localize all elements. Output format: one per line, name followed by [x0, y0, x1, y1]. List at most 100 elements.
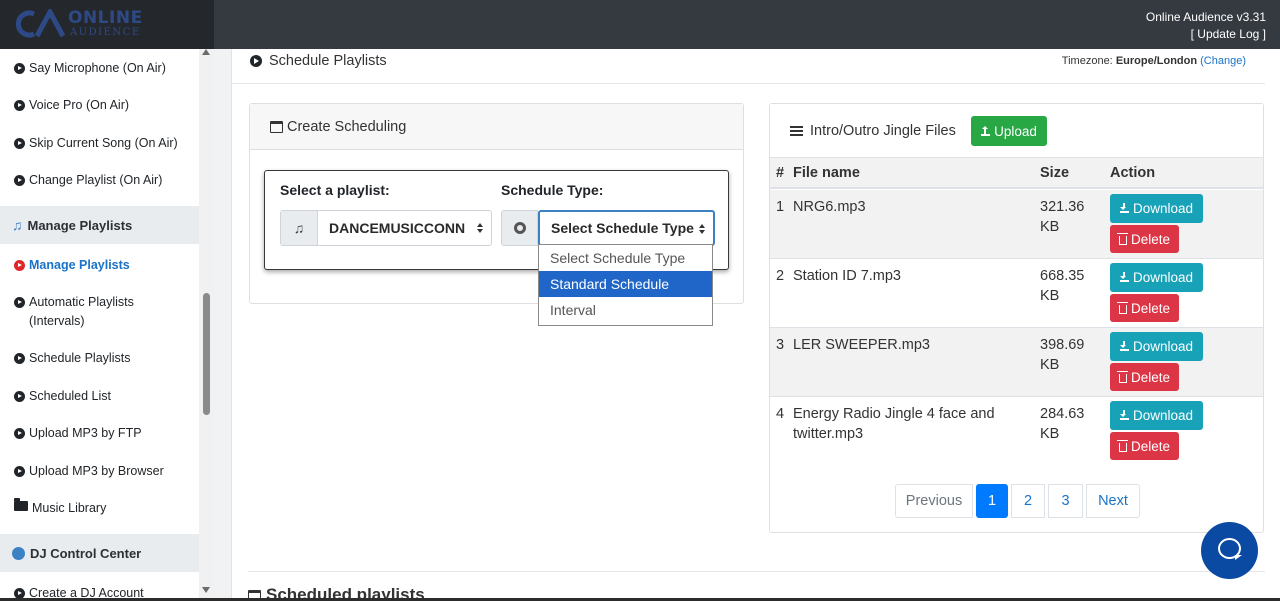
trash-icon [1116, 370, 1128, 383]
delete-button[interactable]: Delete [1110, 432, 1179, 460]
schedule-type-dropdown: Select Schedule Type Standard Schedule I… [538, 244, 713, 326]
version-info: Online Audience v3.31 [ Update Log ] [1146, 9, 1266, 43]
pagination-next[interactable]: Next [1086, 484, 1140, 518]
timezone-change-link[interactable]: (Change) [1200, 55, 1246, 67]
sidebar-item-skip-song[interactable]: Skip Current Song (On Air) [14, 134, 178, 153]
file-size: 668.35 KB [1040, 268, 1085, 304]
playlist-select-group: ♫ DANCEMUSICCONN [280, 210, 492, 246]
circle-arrow-icon [14, 391, 25, 402]
delete-button[interactable]: Delete [1110, 363, 1179, 391]
circle-arrow-icon [14, 428, 25, 439]
jingle-files-header: Intro/Outro Jingle Files Upload [770, 104, 1263, 157]
sidebar-section-dj-control[interactable]: DJ Control Center [0, 534, 199, 572]
version-label: Online Audience v3.31 [1145, 10, 1266, 24]
sidebar: Say Microphone (On Air) Voice Pro (On Ai… [0, 49, 214, 601]
table-row: 2 Station ID 7.mp3 668.35 KB Download Del… [770, 259, 1263, 328]
timezone-value: Europe/London [1115, 55, 1198, 67]
download-button[interactable]: Download [1110, 332, 1203, 361]
section-divider [248, 571, 1265, 572]
delete-button[interactable]: Delete [1110, 294, 1179, 322]
list-icon [790, 126, 803, 136]
download-button[interactable]: Download [1110, 401, 1203, 430]
pagination-page-3[interactable]: 3 [1048, 484, 1083, 518]
logo[interactable]: ONLINE AUDIENCE [0, 0, 214, 49]
main-content: Schedule Playlists Timezone: Europe/Lond… [214, 49, 1280, 601]
file-name: NRG6.mp3 [793, 199, 866, 215]
circle-arrow-icon [14, 353, 25, 364]
circle-arrow-icon [250, 55, 262, 67]
sidebar-item-automatic-playlists[interactable]: Automatic Playlists (Intervals) [14, 293, 154, 331]
create-scheduling-title: Create Scheduling [287, 119, 407, 135]
page-header: Schedule Playlists Timezone: Europe/Lond… [232, 49, 1265, 84]
playlist-label: Select a playlist: [280, 182, 390, 198]
download-icon [1119, 272, 1129, 282]
sidebar-item-manage-playlists[interactable]: Manage Playlists [14, 256, 130, 275]
circle-arrow-icon [14, 63, 25, 74]
circle-arrow-icon [14, 175, 25, 186]
jingle-files-title: Intro/Outro Jingle Files [810, 123, 956, 139]
dropdown-option-interval[interactable]: Interval [539, 297, 712, 323]
chat-widget-button[interactable] [1201, 522, 1258, 579]
upload-icon [981, 125, 991, 136]
download-button[interactable]: Download [1110, 263, 1203, 292]
music-note-icon: ♫ [281, 211, 318, 245]
logo-text-audience: AUDIENCE [70, 27, 141, 38]
col-header-size: Size [1040, 165, 1070, 181]
sidebar-item-upload-browser[interactable]: Upload MP3 by Browser [14, 462, 164, 481]
sidebar-item-say-microphone[interactable]: Say Microphone (On Air) [14, 59, 166, 78]
col-header-num: # [776, 165, 785, 181]
trash-icon [1116, 301, 1128, 314]
sidebar-item-voice-pro[interactable]: Voice Pro (On Air) [14, 96, 129, 115]
schedule-type-select[interactable]: Select Schedule Type [538, 210, 715, 246]
pagination: Previous 1 2 3 Next [895, 484, 1140, 518]
circle-arrow-icon [14, 260, 25, 271]
circle-arrow-icon [14, 297, 25, 308]
sidebar-item-change-playlist[interactable]: Change Playlist (On Air) [14, 171, 162, 190]
dropdown-option-placeholder[interactable]: Select Schedule Type [539, 245, 712, 271]
download-icon [1119, 410, 1129, 420]
pagination-page-2[interactable]: 2 [1011, 484, 1045, 518]
circle-arrow-icon [14, 466, 25, 477]
download-icon [1119, 203, 1129, 213]
sidebar-item-schedule-playlists[interactable]: Schedule Playlists [14, 349, 130, 368]
page-title: Schedule Playlists [269, 53, 387, 69]
gear-icon [501, 210, 538, 246]
sidebar-item-scheduled-list[interactable]: Scheduled List [14, 387, 111, 406]
pagination-page-1[interactable]: 1 [976, 484, 1008, 518]
update-log-link[interactable]: [ Update Log ] [1146, 26, 1266, 43]
sidebar-section-manage-playlists[interactable]: ♫ Manage Playlists [0, 206, 199, 244]
download-button[interactable]: Download [1110, 194, 1203, 223]
folder-icon [14, 498, 28, 511]
sidebar-item-upload-ftp[interactable]: Upload MP3 by FTP [14, 424, 142, 443]
scroll-down-icon[interactable] [202, 587, 210, 593]
table-row: 1 NRG6.mp3 321.36 KB Download Delete [770, 190, 1263, 259]
sidebar-item-music-library[interactable]: Music Library [14, 498, 106, 518]
music-icon: ♫ [12, 217, 23, 233]
col-header-action: Action [1110, 165, 1156, 181]
schedule-type-label: Schedule Type: [501, 182, 604, 198]
file-name: Energy Radio Jingle 4 face and twitter.m… [793, 406, 995, 442]
trash-icon [1116, 439, 1128, 452]
file-size: 284.63 KB [1040, 406, 1085, 442]
logo-text-online: ONLINE [68, 8, 143, 28]
create-scheduling-header: Create Scheduling [250, 104, 743, 150]
file-size: 398.69 KB [1040, 337, 1085, 373]
playlist-select[interactable]: DANCEMUSICCONN [318, 211, 491, 245]
scroll-up-icon[interactable] [202, 49, 210, 55]
circle-arrow-icon [14, 138, 25, 149]
col-header-file: File name [793, 165, 860, 181]
logo-mark-icon [15, 9, 66, 38]
calendar-icon [270, 121, 283, 133]
content-panel: Schedule Playlists Timezone: Europe/Lond… [231, 49, 1280, 601]
circle-arrow-icon [14, 100, 25, 111]
trash-icon [1116, 232, 1128, 245]
dropdown-option-standard[interactable]: Standard Schedule [539, 271, 712, 297]
jingle-files-card: Intro/Outro Jingle Files Upload # File n… [769, 103, 1264, 533]
schedule-type-group: Select Schedule Type [501, 210, 715, 246]
pagination-previous[interactable]: Previous [895, 484, 973, 518]
user-circle-icon [12, 546, 25, 560]
file-size: 321.36 KB [1040, 199, 1085, 235]
upload-button[interactable]: Upload [971, 116, 1047, 146]
delete-button[interactable]: Delete [1110, 225, 1179, 253]
sidebar-scroll-thumb[interactable] [203, 293, 210, 415]
